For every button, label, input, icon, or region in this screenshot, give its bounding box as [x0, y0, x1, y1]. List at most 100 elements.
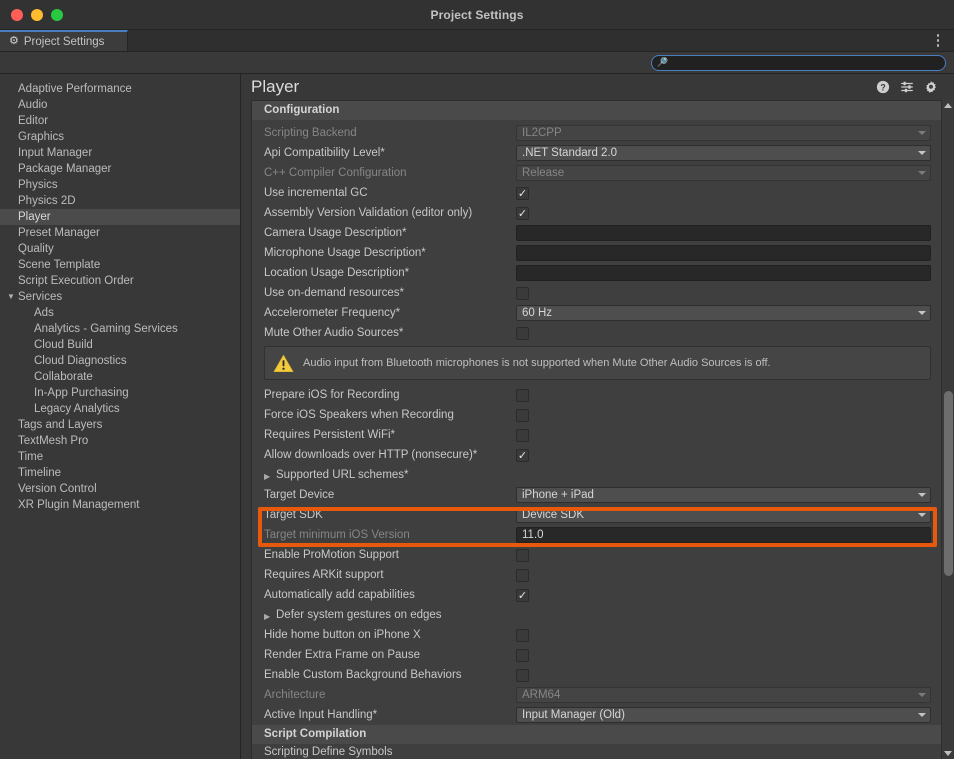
- chevron-right-icon[interactable]: ▶: [264, 609, 270, 621]
- enable-custom-background-behaviors-checkbox[interactable]: [516, 668, 529, 682]
- accelerometer-frequency-dropdown[interactable]: 60 Hz: [516, 305, 931, 321]
- row-label[interactable]: ▶ Supported URL schemes*: [264, 469, 516, 481]
- microphone-usage-description-input[interactable]: [516, 245, 931, 261]
- sidebar-item-label: TextMesh Pro: [18, 435, 89, 447]
- sidebar-item-editor[interactable]: Editor: [0, 113, 240, 129]
- chevron-down-icon[interactable]: ▼: [7, 289, 15, 305]
- sidebar-item-label: XR Plugin Management: [18, 499, 140, 511]
- architecture-dropdown[interactable]: ARM64: [516, 687, 931, 703]
- row-label: Location Usage Description*: [264, 267, 410, 279]
- help-icon[interactable]: ?: [876, 80, 890, 94]
- automatically-add-capabilities-checkbox[interactable]: ✓: [516, 588, 529, 602]
- target-minimum-ios-version-input[interactable]: 11.0: [516, 527, 931, 543]
- allow-downloads-over-http-checkbox[interactable]: ✓: [516, 448, 529, 462]
- assembly-version-validation-checkbox[interactable]: ✓: [516, 206, 529, 220]
- row-enable-promotion-support: Enable ProMotion Support: [252, 545, 941, 565]
- close-window-button[interactable]: [11, 8, 23, 21]
- hide-home-button-checkbox[interactable]: [516, 628, 529, 642]
- sidebar-item-label: Physics: [18, 179, 58, 191]
- search-box[interactable]: 🔍: [651, 54, 946, 71]
- sidebar-item-adaptive-performance[interactable]: Adaptive Performance: [0, 81, 240, 97]
- preset-icon[interactable]: [900, 80, 914, 94]
- sidebar-item-cloud-diagnostics[interactable]: Cloud Diagnostics: [0, 353, 240, 369]
- camera-usage-description-input[interactable]: [516, 225, 931, 241]
- api-compatibility-level-dropdown[interactable]: .NET Standard 2.0: [516, 145, 931, 161]
- row-location-usage-description: Location Usage Description*: [252, 263, 941, 283]
- use-incremental-gc-checkbox[interactable]: ✓: [516, 186, 529, 200]
- foldout-label: Supported URL schemes*: [276, 469, 409, 481]
- sidebar-item-version-control[interactable]: Version Control: [0, 481, 240, 497]
- sidebar-item-label: Graphics: [18, 131, 65, 143]
- sidebar-item-label: Editor: [18, 115, 49, 127]
- row-field: [516, 428, 941, 442]
- row-label: Prepare iOS for Recording: [264, 389, 400, 401]
- sidebar-item-collaborate[interactable]: Collaborate: [0, 369, 240, 385]
- scroll-up-arrow[interactable]: [944, 103, 952, 108]
- minimize-window-button[interactable]: [31, 8, 43, 21]
- scroll-down-arrow[interactable]: [944, 751, 952, 756]
- sidebar-item-script-execution-order[interactable]: Script Execution Order: [0, 273, 240, 289]
- active-input-handling-dropdown[interactable]: Input Manager (Old): [516, 707, 931, 723]
- sidebar-item-graphics[interactable]: Graphics: [0, 129, 240, 145]
- sidebar-item-audio[interactable]: Audio: [0, 97, 240, 113]
- scrollbar-track[interactable]: [942, 111, 954, 748]
- use-on-demand-resources-checkbox[interactable]: [516, 286, 529, 300]
- tab-project-settings[interactable]: ⚙ Project Settings: [0, 30, 128, 51]
- inspector-scrollbar[interactable]: [941, 100, 954, 759]
- search-input[interactable]: [671, 55, 939, 70]
- sidebar-item-analytics-gaming-services[interactable]: Analytics - Gaming Services: [0, 321, 240, 337]
- sidebar-item-input-manager[interactable]: Input Manager: [0, 145, 240, 161]
- target-device-dropdown[interactable]: iPhone + iPad: [516, 487, 931, 503]
- cpp-compiler-configuration-dropdown[interactable]: Release: [516, 165, 931, 181]
- row-label: Accelerometer Frequency*: [264, 307, 401, 319]
- render-extra-frame-on-pause-checkbox[interactable]: [516, 648, 529, 662]
- dropdown-value: iPhone + iPad: [522, 489, 594, 501]
- sidebar-item-timeline[interactable]: Timeline: [0, 465, 240, 481]
- row-render-extra-frame-on-pause: Render Extra Frame on Pause: [252, 645, 941, 665]
- kebab-menu-icon[interactable]: [928, 30, 954, 51]
- scrollbar-thumb[interactable]: [944, 391, 953, 576]
- enable-promotion-support-checkbox[interactable]: [516, 548, 529, 562]
- requires-persistent-wifi-checkbox[interactable]: [516, 428, 529, 442]
- sidebar-item-tags-and-layers[interactable]: Tags and Layers: [0, 417, 240, 433]
- row-field: .NET Standard 2.0: [516, 145, 941, 161]
- sidebar-item-time[interactable]: Time: [0, 449, 240, 465]
- row-label[interactable]: ▶ Defer system gestures on edges: [264, 609, 516, 621]
- row-automatically-add-capabilities: Automatically add capabilities ✓: [252, 585, 941, 605]
- gear-icon[interactable]: [924, 80, 938, 94]
- sidebar-item-cloud-build[interactable]: Cloud Build: [0, 337, 240, 353]
- settings-sidebar[interactable]: Adaptive Performance Audio Editor Graphi…: [0, 74, 241, 759]
- dropdown-value: IL2CPP: [522, 127, 562, 139]
- mute-other-audio-sources-checkbox[interactable]: [516, 326, 529, 340]
- sidebar-item-quality[interactable]: Quality: [0, 241, 240, 257]
- sidebar-item-package-manager[interactable]: Package Manager: [0, 161, 240, 177]
- sidebar-item-preset-manager[interactable]: Preset Manager: [0, 225, 240, 241]
- sidebar-item-physics-2d[interactable]: Physics 2D: [0, 193, 240, 209]
- scripting-backend-dropdown[interactable]: IL2CPP: [516, 125, 931, 141]
- row-target-sdk: Target SDK Device SDK: [252, 505, 941, 525]
- sidebar-item-player[interactable]: Player: [0, 209, 240, 225]
- chevron-right-icon[interactable]: ▶: [264, 469, 270, 481]
- sidebar-item-services[interactable]: ▼ Services: [0, 289, 240, 305]
- sidebar-item-xr-plugin-management[interactable]: XR Plugin Management: [0, 497, 240, 513]
- prepare-ios-for-recording-checkbox[interactable]: [516, 388, 529, 402]
- row-label: C++ Compiler Configuration: [264, 167, 407, 179]
- row-field: [516, 388, 941, 402]
- sidebar-item-scene-template[interactable]: Scene Template: [0, 257, 240, 273]
- check-icon: ✓: [517, 206, 528, 220]
- sidebar-item-ads[interactable]: Ads: [0, 305, 240, 321]
- gear-icon: ⚙: [9, 35, 19, 47]
- row-field: Input Manager (Old): [516, 707, 941, 723]
- target-sdk-dropdown[interactable]: Device SDK: [516, 507, 931, 523]
- sidebar-item-in-app-purchasing[interactable]: In-App Purchasing: [0, 385, 240, 401]
- location-usage-description-input[interactable]: [516, 265, 931, 281]
- force-ios-speakers-checkbox[interactable]: [516, 408, 529, 422]
- sidebar-item-textmesh-pro[interactable]: TextMesh Pro: [0, 433, 240, 449]
- requires-arkit-support-checkbox[interactable]: [516, 568, 529, 582]
- row-microphone-usage-description: Microphone Usage Description*: [252, 243, 941, 263]
- row-field: ✓: [516, 448, 941, 462]
- sidebar-item-legacy-analytics[interactable]: Legacy Analytics: [0, 401, 240, 417]
- sidebar-item-physics[interactable]: Physics: [0, 177, 240, 193]
- sidebar-item-label: Physics 2D: [18, 195, 76, 207]
- maximize-window-button[interactable]: [51, 8, 63, 21]
